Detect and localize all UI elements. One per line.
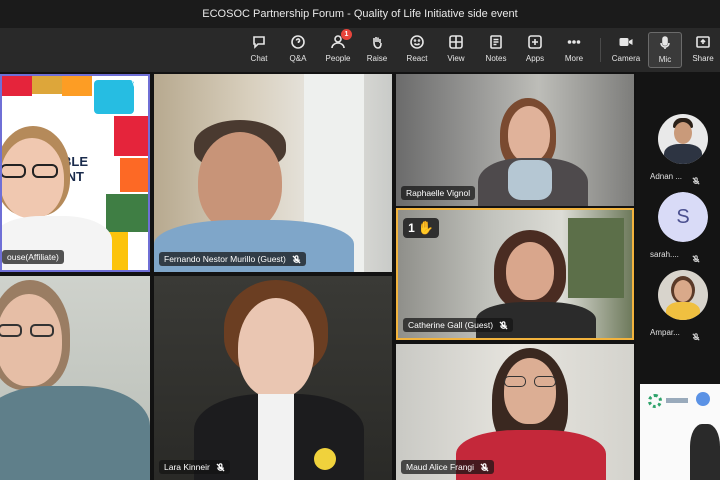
notes-button[interactable]: Notes (476, 32, 516, 68)
video-tile-catherine[interactable]: 1 ✋ Catherine Gall (Guest) (396, 208, 634, 340)
qa-button[interactable]: Q&A (278, 32, 318, 68)
apps-button[interactable]: Apps (515, 32, 555, 68)
avatar: S (658, 192, 708, 242)
participant-name-tag: Lara Kinneir (159, 460, 230, 474)
raise-hand-button[interactable]: Raise (357, 32, 397, 68)
video-tile-raphaelle[interactable]: Raphaelle Vignol (396, 74, 634, 206)
participant-name-tag: Catherine Gall (Guest) (403, 318, 514, 332)
qa-icon (288, 32, 308, 52)
participant-name-tag: Fernando Nestor Murillo (Guest) (159, 252, 306, 266)
muted-mic-icon (692, 250, 700, 263)
muted-mic-icon (692, 172, 700, 185)
muted-mic-icon (292, 254, 301, 264)
people-icon: 1 (328, 29, 352, 52)
more-button[interactable]: More (554, 32, 594, 68)
video-gallery: CLEAN BLE ENT ouse(Affiliate) Fernando N… (0, 72, 720, 480)
muted-mic-icon (692, 328, 700, 341)
sidebar-participant-adnan[interactable]: Adnan ... (636, 114, 720, 186)
ellipsis-icon (564, 32, 584, 52)
plus-square-icon (525, 32, 545, 52)
avatar (658, 114, 708, 164)
glasses-icon (0, 324, 60, 338)
smiley-icon (407, 32, 427, 52)
muted-mic-icon (216, 462, 225, 472)
muted-mic-icon (499, 320, 508, 330)
video-tile-fernando[interactable]: Fernando Nestor Murillo (Guest) (154, 74, 392, 272)
microphone-icon (655, 33, 675, 53)
glasses-icon (504, 376, 558, 388)
glasses-icon (2, 164, 62, 178)
sidebar-participant-ampar[interactable]: Ampar... (636, 270, 720, 342)
share-button[interactable]: Share (686, 32, 720, 68)
notes-icon (486, 32, 506, 52)
toolbar-divider (600, 38, 601, 62)
camera-button[interactable]: Camera (606, 32, 646, 68)
window-title-bar: ECOSOC Partnership Forum - Quality of Li… (0, 0, 720, 28)
raised-hand-indicator: 1 ✋ (403, 218, 439, 238)
participant-name-tag: ouse(Affiliate) (2, 250, 64, 264)
participant-name-tag: Raphaelle Vignol (401, 186, 476, 200)
video-tile-maud[interactable]: Maud Alice Frangi (396, 344, 634, 480)
grid-view-icon (446, 32, 466, 52)
chat-button[interactable]: Chat (239, 32, 279, 68)
un-emblem-icon (696, 392, 710, 406)
raised-hand-icon: ✋ (417, 220, 434, 235)
mic-button[interactable]: Mic (648, 32, 682, 68)
share-screen-icon (693, 32, 713, 52)
camera-icon (616, 32, 636, 52)
video-tile-participant[interactable] (0, 276, 150, 480)
avatar (658, 270, 708, 320)
muted-mic-icon (480, 462, 489, 472)
view-button[interactable]: View (436, 32, 476, 68)
people-button[interactable]: 1 People (318, 29, 358, 68)
react-button[interactable]: React (397, 32, 437, 68)
video-tile-lara[interactable]: Lara Kinneir (154, 276, 392, 480)
sidebar-participant-sarah[interactable]: S sarah.... (636, 192, 720, 264)
people-count-badge: 1 (341, 29, 352, 40)
window-title: ECOSOC Partnership Forum - Quality of Li… (202, 8, 518, 20)
participant-name-tag: Maud Alice Frangi (401, 460, 495, 474)
shared-content-thumbnail[interactable] (640, 384, 720, 480)
meeting-toolbar: Chat Q&A 1 People Raise React View Notes… (0, 28, 720, 74)
video-tile-affiliate[interactable]: CLEAN BLE ENT ouse(Affiliate) (0, 74, 150, 272)
sdg-wheel-icon (648, 394, 662, 408)
hand-icon (367, 32, 387, 52)
chat-icon (249, 32, 269, 52)
